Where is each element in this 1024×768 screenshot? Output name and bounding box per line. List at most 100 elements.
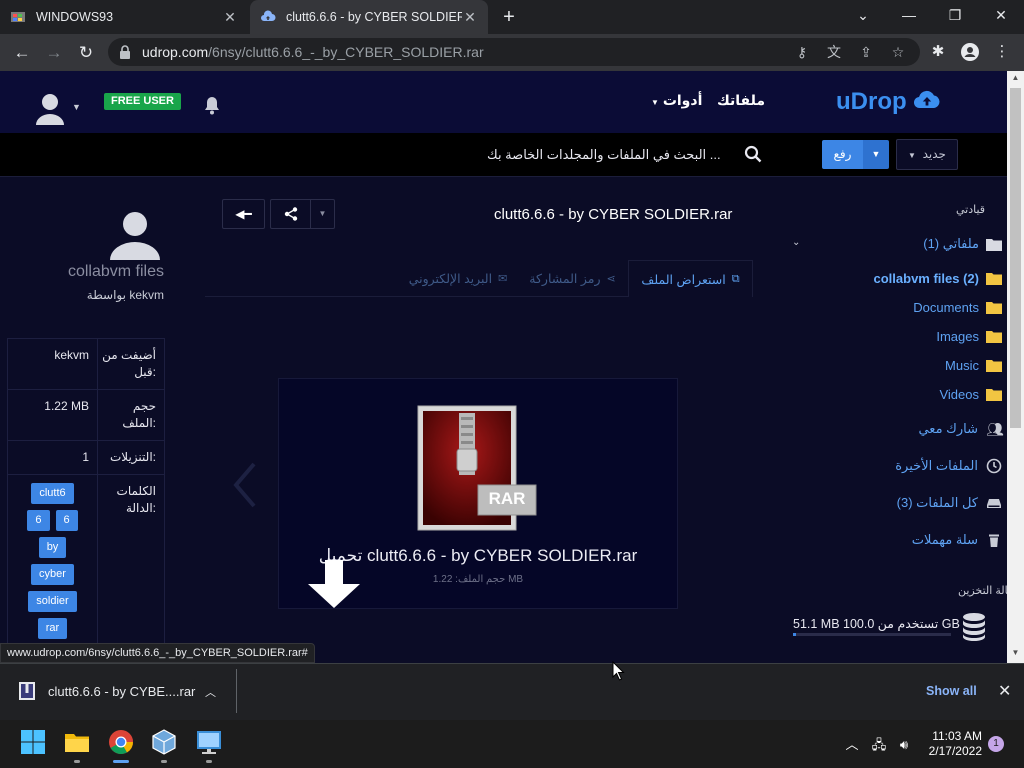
close-shelf-icon[interactable]: ✕ (998, 681, 1011, 701)
sidebar-item-all-files[interactable]: كل الملفات (3) (897, 495, 1002, 511)
new-dropdown-button[interactable]: ▼ جديد (896, 139, 958, 170)
keyword-tags: clutt6 66 by cyber soldier rar (8, 475, 98, 653)
new-button-label: جديد (922, 147, 946, 161)
taskbar-running-indicator (206, 760, 212, 763)
rar-file-icon[interactable] (18, 681, 36, 701)
kebab-menu-icon[interactable]: ⋮ (992, 42, 1012, 62)
nav-tools-label: أدوات (662, 92, 703, 108)
keyword-tag[interactable]: by (38, 537, 67, 558)
search-input[interactable]: البحث في الملفات والمجلدات الخاصة بك ... (487, 147, 721, 163)
key-icon[interactable]: ⚷ (793, 43, 811, 61)
back-arrow-icon[interactable]: ← (10, 41, 34, 65)
folder-icon (986, 360, 1002, 372)
browser-tab-windows93[interactable]: WINDOWS93 ✕ (0, 0, 248, 34)
address-url[interactable]: udrop.com/6nsy/clutt6.6.6_-_by_CYBER_SOL… (142, 44, 484, 60)
keyword-tag[interactable]: rar (37, 618, 68, 639)
lock-icon (120, 45, 130, 59)
chrome-icon[interactable] (107, 728, 135, 756)
tab-close-icon[interactable]: ✕ (222, 9, 238, 26)
tag-row: 66 (27, 510, 78, 531)
translate-icon[interactable]: 文 (825, 43, 843, 61)
scroll-down-arrow-icon[interactable]: ▼ (1010, 648, 1021, 660)
keyword-tag[interactable]: clutt6 (31, 483, 74, 504)
sidebar-item-documents[interactable]: Documents (913, 300, 1002, 315)
arrow-left-icon: ◀━ (235, 207, 252, 221)
minimize-icon[interactable]: — (886, 0, 932, 30)
notification-count-badge[interactable]: 1 (988, 736, 1004, 752)
virtualbox-icon[interactable] (150, 728, 178, 756)
tab-close-icon[interactable]: ✕ (462, 9, 478, 26)
notification-bell-icon[interactable] (203, 95, 221, 115)
keyword-tag[interactable]: 6 (27, 510, 50, 531)
sidebar-item-trash[interactable]: سلة مهملات (912, 532, 1002, 548)
network-app-icon[interactable] (195, 728, 223, 756)
nav-tools[interactable]: ▼ أدوات (651, 92, 702, 109)
taskbar-clock[interactable]: 11:03 AM 2/17/2022 (924, 729, 982, 759)
folder-owner-name[interactable]: collabvm files (40, 263, 164, 281)
keyword-tag[interactable]: cyber (31, 564, 74, 585)
tab-share-code[interactable]: رمز المشاركة ⋖ (520, 260, 625, 297)
info-label: أضيفت من قبل: (102, 348, 156, 379)
free-user-badge: FREE USER (104, 93, 181, 110)
tree-chevron-down-icon[interactable]: ⌄ (792, 237, 800, 248)
user-menu-caret-icon[interactable]: ▼ (72, 102, 81, 112)
scroll-up-arrow-icon[interactable]: ▲ (1010, 73, 1021, 85)
new-tab-plus-icon[interactable]: + (498, 6, 520, 28)
taskbar-active-indicator (113, 760, 129, 763)
info-row-keywords: الكلمات الدالة: clutt6 66 by cyber soldi… (8, 475, 164, 653)
show-all-downloads-link[interactable]: Show all (926, 684, 977, 698)
preview-icon: ⧉ (731, 272, 740, 285)
downloaded-file-name[interactable]: clutt6.6.6 - by CYBE....rar (48, 684, 195, 699)
rar-archive-icon (417, 405, 537, 531)
tab-email[interactable]: البريد الإلكتروني ✉ (398, 260, 518, 297)
tab-title: clutt6.6.6 - by CYBER SOLDIER.rar (286, 10, 462, 24)
trash-icon (989, 534, 999, 547)
taskbar-running-indicator (74, 760, 80, 763)
windows-start-icon[interactable] (19, 728, 47, 756)
download-options-chevron-icon[interactable]: ︿ (205, 684, 216, 700)
sidebar-item-music[interactable]: Music (945, 358, 1002, 373)
extensions-puzzle-icon[interactable]: ✱ (928, 42, 948, 62)
brand-logo[interactable]: uDrop (836, 88, 941, 116)
nav-my-files[interactable]: ملفاتك (717, 92, 765, 109)
sidebar-item-collabvm-files[interactable]: collabvm files (2) (874, 271, 1002, 286)
sidebar-item-recent-files[interactable]: الملفات الأخيرة (895, 458, 1002, 474)
user-avatar-icon[interactable] (34, 92, 66, 126)
back-button[interactable]: ◀━ (222, 199, 265, 229)
share-page-icon[interactable]: ⇪ (857, 43, 875, 61)
restore-icon[interactable]: ❐ (932, 0, 978, 30)
tag-row: rar (37, 618, 68, 639)
close-window-icon[interactable]: ✕ (978, 0, 1024, 30)
reload-icon[interactable]: ↻ (74, 41, 98, 65)
sidebar-item-shared-with-me[interactable]: شارك معي 👥︎ (918, 421, 1003, 437)
forward-arrow-icon[interactable]: → (42, 41, 66, 65)
previous-file-chevron-icon[interactable] (232, 462, 258, 508)
tab-file-preview[interactable]: استعراض الملف ⧉ (628, 260, 753, 297)
upload-caret-icon[interactable]: ▼ (863, 140, 889, 169)
download-arrow-icon[interactable] (302, 560, 366, 610)
profile-icon[interactable] (960, 42, 980, 62)
sidebar-item-images[interactable]: Images (936, 329, 1002, 344)
tag-row: soldier (28, 591, 77, 612)
share-caret-icon[interactable]: ▼ (311, 199, 335, 229)
bookmark-star-icon[interactable]: ☆ (889, 43, 907, 61)
share-button[interactable] (270, 199, 311, 229)
volume-icon[interactable]: 🔊︎ (895, 736, 913, 754)
keyword-tag[interactable]: 6 (55, 510, 78, 531)
keyword-tag[interactable]: soldier (28, 591, 77, 612)
sidebar-item-my-files[interactable]: ملفاتي (1) (923, 236, 1002, 252)
browser-tab-udrop[interactable]: clutt6.6.6 - by CYBER SOLDIER.rar ✕ (250, 0, 488, 34)
tree-label: Videos (939, 387, 979, 402)
file-explorer-icon[interactable] (63, 728, 91, 756)
sidebar-item-videos[interactable]: Videos (939, 387, 1002, 402)
network-tray-icon[interactable]: 🖧︎ (870, 736, 888, 754)
scrollbar-thumb[interactable] (1010, 88, 1021, 428)
tray-chevron-up-icon[interactable]: ︿ (843, 736, 861, 754)
tree-label: Images (936, 329, 979, 344)
upload-button[interactable]: رفع (822, 140, 863, 169)
storage-usage-text: 51.1 MB تستخدم من 100.0 GB (793, 617, 960, 631)
tab-search-chevron-icon[interactable]: ⌄ (840, 0, 886, 30)
search-icon[interactable] (744, 145, 762, 163)
clock-time: 11:03 AM (932, 729, 982, 743)
cloud-upload-icon (914, 90, 940, 109)
